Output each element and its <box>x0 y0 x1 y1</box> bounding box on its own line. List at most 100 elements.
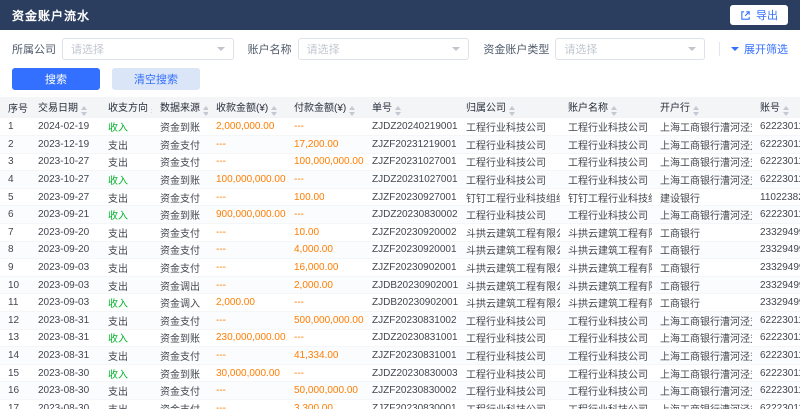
cell-payment_amount: --- <box>286 294 364 312</box>
column-label: 单号 <box>372 103 392 114</box>
column-header-account_no[interactable]: 账号 <box>752 97 800 118</box>
cell-direction: 支出 <box>100 188 152 206</box>
cell-account_no: 23329499... <box>752 259 800 277</box>
cell-no: 6 <box>0 206 30 224</box>
export-button-label: 导出 <box>756 7 778 23</box>
cell-payment_amount: --- <box>286 329 364 347</box>
cell-direction: 支出 <box>100 312 152 330</box>
cell-no: 12 <box>0 312 30 330</box>
cell-payment_amount: --- <box>286 206 364 224</box>
cell-account_name: 斗拱云建筑工程有限公司 <box>560 294 652 312</box>
cell-no: 4 <box>0 171 30 189</box>
cell-receipt_amount: 30,000,000.00 <box>208 364 286 382</box>
sort-icon[interactable] <box>509 106 515 116</box>
table-header-row: 序号交易日期收支方向 数据来源收款金额(¥) 付款金额(¥) 单号 归属公司 账户名称开户… <box>0 97 800 118</box>
cell-order_no: ZJZF20231219001 <box>364 136 458 154</box>
sort-icon[interactable] <box>611 106 617 116</box>
column-header-direction[interactable]: 收支方向 <box>100 97 152 118</box>
fund-account-flow-page: 资金账户流水 导出 所属公司 请选择 账户名称 请选择 <box>0 0 800 409</box>
export-button[interactable]: 导出 <box>730 5 788 25</box>
cell-date: 2023-10-27 <box>30 171 100 189</box>
chevron-down-icon <box>731 47 739 51</box>
cell-date: 2023-08-30 <box>30 382 100 400</box>
cell-date: 2023-09-03 <box>30 259 100 277</box>
cell-direction: 收入 <box>100 171 152 189</box>
expand-filters-link[interactable]: 展开筛选 <box>719 41 788 57</box>
filter-account-name: 账户名称 请选择 <box>248 38 470 60</box>
sort-icon[interactable] <box>783 106 789 116</box>
column-header-bank[interactable]: 开户行 <box>652 97 752 118</box>
cell-receipt_amount: --- <box>208 276 286 294</box>
column-header-source[interactable]: 数据来源 <box>152 97 208 118</box>
sort-icon[interactable] <box>693 106 699 116</box>
clear-search-button[interactable]: 清空搜索 <box>112 68 200 90</box>
column-header-order_no[interactable]: 单号 <box>364 97 458 118</box>
column-label: 数据来源 <box>160 103 200 114</box>
cell-no: 3 <box>0 153 30 171</box>
column-label: 付款金额(¥) <box>294 103 346 114</box>
cell-source: 资金支付 <box>152 400 208 409</box>
cell-bank: 上海工商银行漕河泾支行 <box>652 171 752 189</box>
cell-no: 1 <box>0 118 30 136</box>
column-header-receipt_amount[interactable]: 收款金额(¥) <box>208 97 286 118</box>
cell-account_no: 62223011... <box>752 382 800 400</box>
cell-order_no: ZJZF20230830001 <box>364 400 458 409</box>
cell-company: 斗拱云建筑工程有限公司 <box>458 259 560 277</box>
search-button[interactable]: 搜索 <box>12 68 100 90</box>
column-label: 账号 <box>760 103 780 114</box>
column-header-date[interactable]: 交易日期 <box>30 97 100 118</box>
column-header-company[interactable]: 归属公司 <box>458 97 560 118</box>
column-header-account_name[interactable]: 账户名称 <box>560 97 652 118</box>
cell-order_no: ZJDZ20230830003 <box>364 364 458 382</box>
cell-payment_amount: 10.00 <box>286 224 364 242</box>
sort-icon[interactable] <box>271 106 277 116</box>
table-row: 12024-02-19收入资金到账2,000,000.00---ZJDZ2024… <box>0 118 800 136</box>
cell-receipt_amount: --- <box>208 153 286 171</box>
cell-date: 2023-09-21 <box>30 206 100 224</box>
chevron-down-icon <box>217 47 225 51</box>
cell-receipt_amount: 230,000,000.00 <box>208 329 286 347</box>
cell-account_no: 62223011... <box>752 400 800 409</box>
cell-source: 资金支付 <box>152 259 208 277</box>
cell-source: 资金支付 <box>152 347 208 365</box>
account-type-select[interactable]: 请选择 <box>555 38 705 60</box>
column-label: 序号 <box>8 104 28 115</box>
cell-payment_amount: 2,000.00 <box>286 276 364 294</box>
company-select[interactable]: 请选择 <box>62 38 234 60</box>
column-label: 收支方向 <box>108 103 148 114</box>
cell-date: 2023-10-27 <box>30 153 100 171</box>
cell-payment_amount: 17,200.00 <box>286 136 364 154</box>
filter-company: 所属公司 请选择 <box>12 38 234 60</box>
cell-bank: 上海工商银行漕河泾支行 <box>652 206 752 224</box>
cell-bank: 上海工商银行漕河泾支行 <box>652 312 752 330</box>
cell-no: 17 <box>0 400 30 409</box>
cell-account_name: 斗拱云建筑工程有限公司 <box>560 276 652 294</box>
cell-receipt_amount: 2,000,000.00 <box>208 118 286 136</box>
sort-icon[interactable] <box>203 106 208 116</box>
column-label: 归属公司 <box>466 103 506 114</box>
column-header-payment_amount[interactable]: 付款金额(¥) <box>286 97 364 118</box>
cell-receipt_amount: 100,000,000.00 <box>208 171 286 189</box>
cell-source: 资金支付 <box>152 153 208 171</box>
cell-receipt_amount: --- <box>208 188 286 206</box>
cell-date: 2023-08-31 <box>30 329 100 347</box>
table-row: 132023-08-31收入资金到账230,000,000.00---ZJDZ2… <box>0 329 800 347</box>
cell-date: 2023-08-30 <box>30 364 100 382</box>
sort-icon[interactable] <box>349 106 355 116</box>
cell-direction: 支出 <box>100 241 152 259</box>
sort-icon[interactable] <box>395 106 401 116</box>
cell-company: 工程行业科技公司 <box>458 400 560 409</box>
sort-icon[interactable] <box>151 106 152 116</box>
table-row: 112023-09-03收入资金调入2,000.00---ZJDB2023090… <box>0 294 800 312</box>
cell-account_name: 工程行业科技公司 <box>560 329 652 347</box>
cell-direction: 收入 <box>100 329 152 347</box>
cell-account_no: 62223011... <box>752 329 800 347</box>
table-row: 42023-10-27收入资金到账100,000,000.00---ZJDZ20… <box>0 171 800 189</box>
cell-source: 资金调入 <box>152 294 208 312</box>
account-name-select[interactable]: 请选择 <box>298 38 470 60</box>
cell-source: 资金到账 <box>152 364 208 382</box>
table-row: 72023-09-20支出资金支付---10.00ZJZF20230920002… <box>0 224 800 242</box>
cell-source: 资金支付 <box>152 224 208 242</box>
cell-bank: 上海工商银行漕河泾支行 <box>652 364 752 382</box>
sort-icon[interactable] <box>81 106 87 116</box>
